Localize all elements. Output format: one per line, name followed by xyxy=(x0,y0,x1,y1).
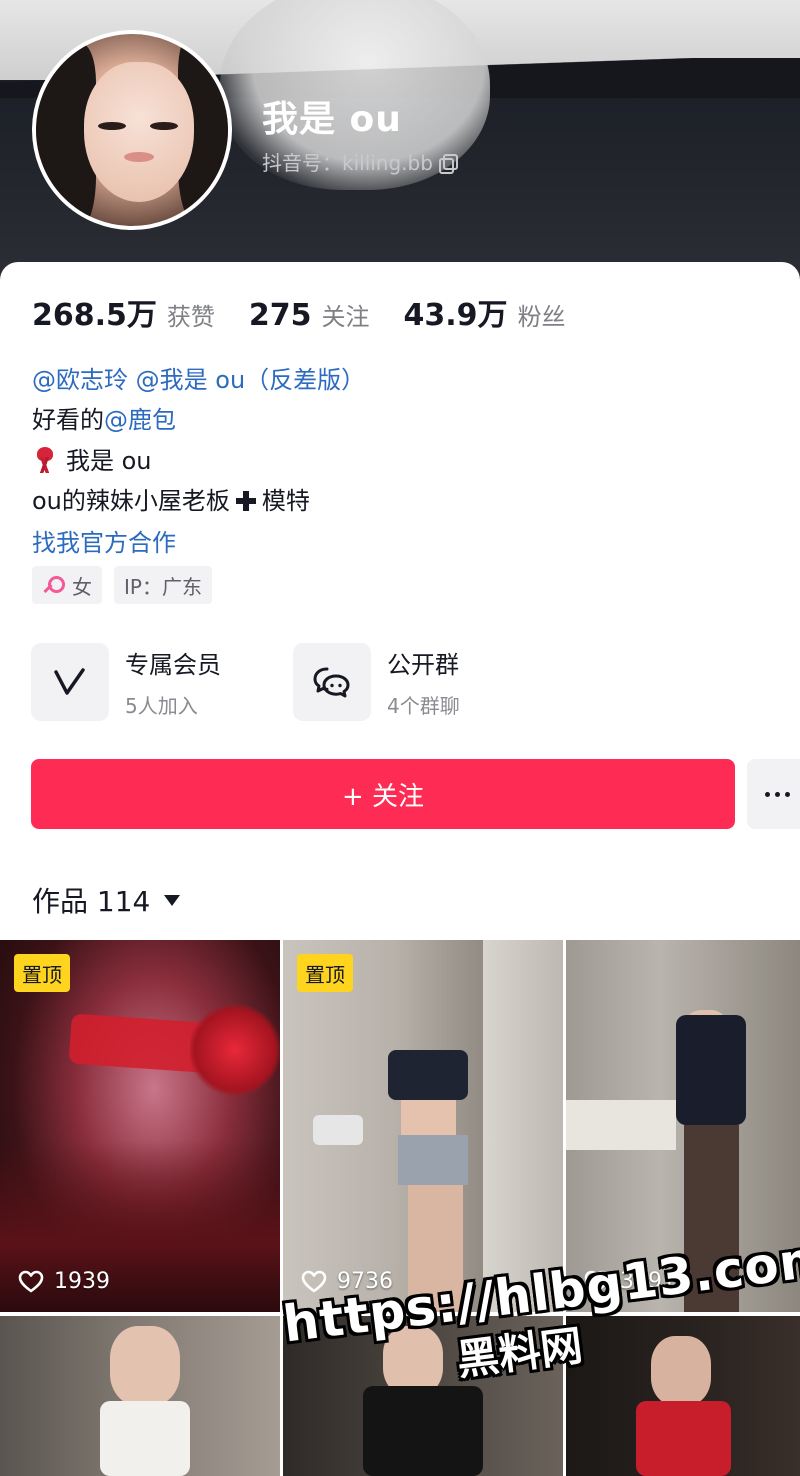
thumbnail-table xyxy=(566,1100,676,1150)
bio-text: 模特 xyxy=(261,487,310,515)
official-cooperation-link[interactable]: 找我官方合作 xyxy=(32,523,176,558)
thumbnail-dress xyxy=(100,1401,190,1476)
bio-line-4: ou的辣妹小屋老板 模特 xyxy=(32,481,310,516)
mention-link[interactable]: @欧志玲 xyxy=(32,366,128,394)
thumbnail-door xyxy=(483,940,563,1312)
stat-following[interactable]: 275 关注 xyxy=(249,297,370,333)
avatar[interactable] xyxy=(32,30,232,230)
stat-value: 275 xyxy=(248,298,312,333)
video-likes: 1939 xyxy=(18,1269,110,1294)
feature-title: 公开群 xyxy=(387,651,459,679)
stat-likes[interactable]: 268.5万 获赞 xyxy=(32,290,215,334)
thumbnail-dress xyxy=(676,1015,746,1125)
stat-followers[interactable]: 43.9万 粉丝 xyxy=(404,290,566,334)
bio-text: 好看的 xyxy=(32,406,104,434)
thumbnail-dress xyxy=(636,1401,731,1476)
plus-icon xyxy=(235,491,256,511)
group-chat-icon xyxy=(293,643,371,721)
chevron-down-icon xyxy=(164,894,181,906)
thumbnail-figure xyxy=(110,1326,180,1406)
feature-title: 专属会员 xyxy=(125,651,221,679)
pinned-badge: 置顶 xyxy=(297,954,353,992)
thumbnail-outfit xyxy=(363,1386,483,1476)
avatar-eye xyxy=(150,122,178,130)
stat-label: 关注 xyxy=(321,303,370,331)
ip-tag: IP：广东 xyxy=(114,566,212,604)
avatar-eye xyxy=(98,122,126,130)
thumbnail-top xyxy=(388,1050,468,1100)
pinned-badge: 置顶 xyxy=(14,954,70,992)
bio-text: 我是 ou xyxy=(66,447,152,475)
feature-public-group[interactable]: 公开群 4个群聊 xyxy=(293,643,460,721)
avatar-face xyxy=(84,62,194,202)
stat-value: 268.5万 xyxy=(32,298,157,333)
mention-link[interactable]: @我是 ou（反差版） xyxy=(136,366,366,394)
feature-subtitle: 4个群聊 xyxy=(387,694,460,718)
video-tile[interactable] xyxy=(0,1316,280,1476)
works-tab-label: 作品 114 xyxy=(32,885,151,918)
avatar-lips xyxy=(124,152,154,162)
more-dot xyxy=(775,791,780,797)
more-dot xyxy=(765,791,770,797)
vip-v-icon xyxy=(31,643,109,721)
feature-subtitle: 5人加入 xyxy=(125,694,198,718)
gender-text: 女 xyxy=(72,574,92,599)
feature-vip-membership[interactable]: 专属会员 5人加入 xyxy=(31,643,221,721)
douyin-id-text: 抖音号：killing.bb xyxy=(262,151,433,175)
profile-tags: 女 IP：广东 xyxy=(32,566,212,604)
female-icon xyxy=(42,574,65,596)
works-tab[interactable]: 作品 114 xyxy=(32,880,181,920)
ribbon-icon xyxy=(32,447,58,473)
copy-icon[interactable] xyxy=(438,153,458,174)
thumbnail-shorts xyxy=(398,1135,468,1185)
gender-tag: 女 xyxy=(32,566,102,604)
video-tile[interactable]: 置顶 9736 xyxy=(283,940,563,1312)
stat-value: 43.9万 xyxy=(403,298,508,333)
profile-name: 我是 ou xyxy=(262,99,402,140)
bio-line-2: 好看的@鹿包 xyxy=(32,400,176,435)
likes-count: 1939 xyxy=(54,1269,110,1294)
follow-button[interactable]: + 关注 xyxy=(31,759,735,829)
thumbnail-waist xyxy=(401,1100,456,1140)
bio-text: ou的辣妹小屋老板 xyxy=(32,487,230,515)
thumbnail-flower xyxy=(190,1000,280,1100)
stat-label: 粉丝 xyxy=(517,303,566,331)
stats-row: 268.5万 获赞 275 关注 43.9万 粉丝 xyxy=(32,290,600,334)
mention-link[interactable]: @鹿包 xyxy=(104,406,176,434)
stat-label: 获赞 xyxy=(166,303,215,331)
douyin-id[interactable]: 抖音号：killing.bb xyxy=(262,147,458,176)
bio-line-3: 我是 ou xyxy=(32,441,152,476)
bio-line-mentions: @欧志玲 @我是 ou（反差版） xyxy=(32,360,365,395)
more-options-button[interactable] xyxy=(747,759,800,829)
video-tile[interactable]: 置顶 1939 xyxy=(0,940,280,1312)
more-dot xyxy=(785,791,790,797)
heart-icon xyxy=(18,1270,44,1292)
thumbnail-stool xyxy=(313,1115,363,1145)
